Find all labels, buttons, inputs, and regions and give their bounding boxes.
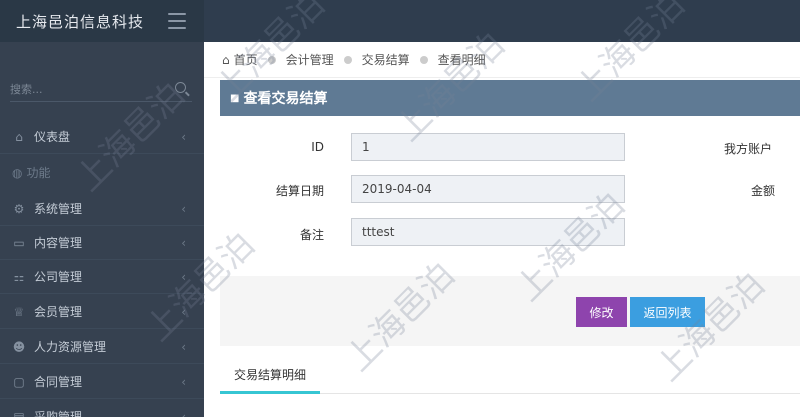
amount-label: 金额 (751, 184, 776, 198)
sidebar-item-content[interactable]: ▭ 内容管理 ‹ (0, 226, 204, 260)
breadcrumb-separator (267, 55, 276, 64)
sitemap-icon: ⚏ (13, 269, 25, 284)
sidebar-item-label: 公司管理 (34, 270, 83, 284)
tab-settlement-detail[interactable]: 交易结算明细 (220, 358, 320, 394)
sidebar-item-dashboard[interactable]: ⌂ 仪表盘 ‹ (0, 120, 204, 154)
cogs-icon: ⚙ (13, 201, 25, 216)
section-label: 功能 (26, 166, 51, 180)
breadcrumb-settlement[interactable]: 交易结算 (362, 51, 410, 68)
menu-toggle-icon[interactable] (168, 13, 186, 29)
breadcrumb: ⌂ 首页 会计管理 交易结算 查看明细 (204, 42, 800, 78)
section-heading: ◍ 功能 (12, 164, 51, 181)
search-input[interactable] (10, 78, 160, 100)
document-icon: ▢ (13, 374, 25, 389)
sidebar: ⌂ 仪表盘 ‹ ◍ 功能 ⚙ 系统管理 ‹ ▭ 内容管理 ‹ ⚏ 公司管理 ‹ … (0, 42, 204, 417)
chevron-left-icon: ‹ (181, 374, 186, 389)
chevron-left-icon: ‹ (181, 235, 186, 250)
sidebar-search (10, 78, 192, 102)
sidebar-item-members[interactable]: ♕ 会员管理 ‹ (0, 295, 204, 329)
top-bar: 上海邑泊信息科技 (0, 0, 800, 42)
edit-button[interactable]: 修改 (576, 297, 627, 327)
cart-icon: ▤ (13, 409, 25, 417)
breadcrumb-home[interactable]: 首页 (234, 51, 258, 68)
chevron-left-icon: ‹ (181, 339, 186, 354)
breadcrumb-accounting[interactable]: 会计管理 (286, 51, 334, 68)
id-field[interactable] (351, 133, 625, 161)
brand-area: 上海邑泊信息科技 (0, 0, 204, 42)
sidebar-item-contracts[interactable]: ▢ 合同管理 ‹ (0, 365, 204, 399)
sidebar-item-label: 内容管理 (34, 236, 83, 250)
chevron-left-icon: ‹ (181, 304, 186, 319)
tab-bar: 交易结算明细 (220, 358, 800, 394)
sidebar-item-system[interactable]: ⚙ 系统管理 ‹ (0, 192, 204, 226)
brand-logo[interactable]: 上海邑泊信息科技 (16, 11, 144, 32)
breadcrumb-separator (419, 55, 428, 64)
chevron-left-icon: ‹ (181, 409, 186, 417)
home-icon: ⌂ (15, 129, 23, 144)
back-to-list-button[interactable]: 返回列表 (630, 297, 705, 327)
breadcrumb-separator (343, 55, 352, 64)
globe-icon: ◍ (12, 165, 23, 180)
account-label: 我方账户 (724, 142, 773, 156)
sidebar-item-hr[interactable]: ☻ 人力资源管理 ‹ (0, 330, 204, 364)
sidebar-item-label: 仪表盘 (34, 130, 71, 144)
trophy-icon: ♕ (13, 304, 25, 319)
home-icon: ⌂ (222, 52, 230, 67)
chevron-left-icon: ‹ (181, 201, 186, 216)
sidebar-item-label: 人力资源管理 (34, 340, 107, 354)
users-icon: ☻ (12, 339, 26, 354)
sidebar-item-label: 合同管理 (34, 375, 83, 389)
content-icon: ▭ (13, 235, 25, 250)
sidebar-item-purchasing[interactable]: ▤ 采购管理 ‹ (0, 400, 204, 417)
page-title: 查看交易结算 (243, 91, 328, 107)
chevron-left-icon: ‹ (181, 129, 186, 144)
date-label: 结算日期 (275, 184, 324, 198)
note-label: 备注 (299, 228, 324, 242)
sidebar-item-label: 系统管理 (34, 202, 83, 216)
sidebar-item-company[interactable]: ⚏ 公司管理 ‹ (0, 260, 204, 294)
chevron-left-icon: ‹ (181, 269, 186, 284)
search-icon[interactable] (175, 82, 186, 93)
id-label: ID (311, 140, 324, 154)
sidebar-item-label: 会员管理 (34, 305, 83, 319)
note-field[interactable] (351, 218, 625, 246)
main-content: ⌂ 首页 会计管理 交易结算 查看明细 ■ 查看交易结算 ID 我方账户 结算日… (204, 42, 800, 417)
sidebar-item-label: 采购管理 (34, 410, 83, 417)
page-header: ■ 查看交易结算 (220, 80, 800, 116)
date-field[interactable] (351, 175, 625, 203)
gift-icon: ■ (230, 92, 240, 104)
breadcrumb-current: 查看明细 (437, 53, 486, 67)
action-bar: 修改 返回列表 (220, 276, 800, 346)
